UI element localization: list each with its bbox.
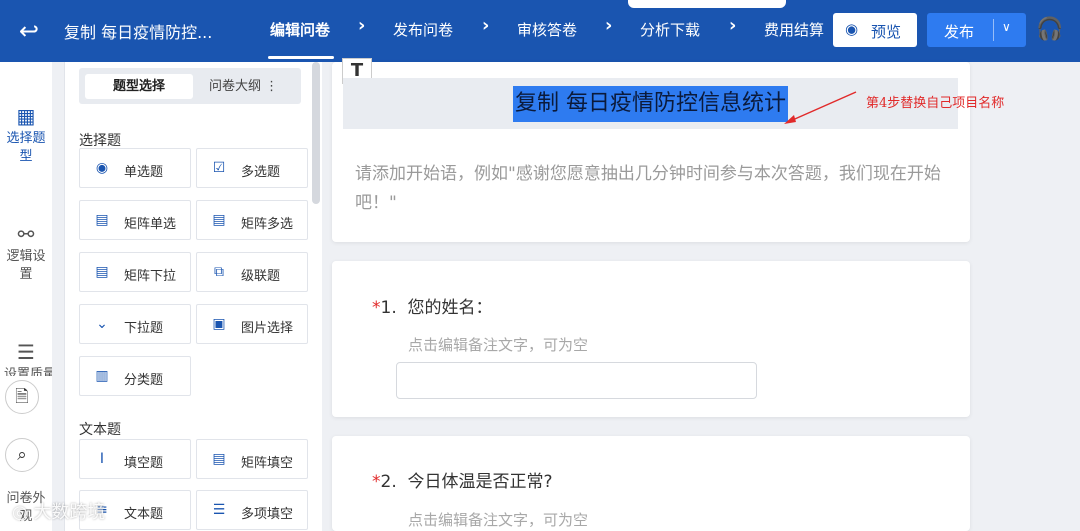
headset-icon[interactable]: 🎧 — [1036, 17, 1063, 42]
rail-item-quality[interactable]: ☰ 设置质量 — [0, 340, 52, 376]
chevron-right-icon: › — [482, 15, 490, 36]
step-publish[interactable]: 发布问卷 — [393, 19, 453, 40]
chevron-right-icon: › — [358, 15, 366, 36]
type-label: 矩阵填空 — [241, 456, 294, 471]
logic-icon: ⚯ — [17, 222, 35, 246]
type-label: 矩阵下拉 — [124, 269, 177, 284]
checkbox-icon: ☑ — [212, 160, 226, 176]
matrix-icon: ▤ — [95, 264, 109, 280]
dropdown-icon: ⌄ — [96, 316, 108, 332]
type-label: 多选题 — [241, 165, 281, 180]
question-number: 1. — [380, 298, 397, 318]
watermark-text: 大数跨境 — [33, 502, 106, 523]
type-label: 图片选择 — [241, 321, 294, 336]
matrix-icon: ▤ — [95, 212, 109, 228]
panel-scrollbar[interactable] — [312, 62, 320, 204]
type-cascade[interactable]: ⧉ 级联题 — [196, 252, 308, 292]
tab-question-types[interactable]: 题型选择 — [85, 74, 193, 99]
question-type-panel: 题型选择 问卷大纲 ⋮ 选择题 ◉ 单选题 ☑ 多选题 ▤ 矩阵单选 ▤ 矩阵多… — [64, 62, 322, 531]
required-mark: * — [372, 472, 381, 492]
preview-button[interactable]: ◉ 预览 — [833, 13, 917, 47]
chevron-right-icon: › — [729, 15, 737, 36]
active-step-indicator — [268, 56, 334, 59]
rail-label: 设置质量 — [3, 367, 52, 376]
watermark: ◎ 大数跨境 — [12, 502, 106, 523]
step-edit[interactable]: 编辑问卷 — [270, 19, 330, 40]
logo-fragment — [628, 0, 786, 8]
question-note[interactable]: 点击编辑备注文字，可为空 — [408, 509, 588, 530]
type-matrix-fill[interactable]: ▤ 矩阵填空 — [196, 439, 308, 479]
image-icon: ▣ — [212, 316, 226, 332]
type-label: 文本题 — [124, 507, 164, 522]
type-matrix-dropdown[interactable]: ▤ 矩阵下拉 — [79, 252, 191, 292]
panel-tabs: 题型选择 问卷大纲 ⋮ — [79, 68, 301, 104]
question-title[interactable]: *2. 今日体温是否正常? — [372, 467, 553, 492]
category-icon: ▥ — [95, 368, 109, 384]
step-billing[interactable]: 费用结算 — [764, 19, 824, 40]
annotation-note: 第4步替换自己项目名称 — [866, 96, 1005, 111]
sliders-icon: ☰ — [17, 340, 35, 364]
type-label: 填空题 — [124, 456, 164, 471]
step-review[interactable]: 审核答卷 — [517, 19, 577, 40]
left-rail: ▦ 选择题型 ⚯ 逻辑设置 ☰ 设置质量 🗎 ⌕ 问卷外观 — [0, 62, 52, 531]
document-icon[interactable]: 🗎 — [5, 380, 39, 414]
step-analyze[interactable]: 分析下载 — [640, 19, 700, 40]
question-note[interactable]: 点击编辑备注文字，可为空 — [408, 334, 588, 355]
preview-label: 预览 — [871, 23, 902, 41]
annotation-arrow — [784, 91, 857, 124]
question-text: 您的姓名： — [407, 298, 493, 318]
question-title[interactable]: *1. 您的姓名： — [372, 293, 493, 318]
rail-item-logic[interactable]: ⚯ 逻辑设置 — [0, 222, 52, 284]
document-title[interactable]: 复制 每日疫情防控... — [64, 19, 212, 43]
section-choice: 选择题 — [79, 133, 121, 149]
matrix-icon: ▤ — [212, 212, 226, 228]
type-label: 下拉题 — [124, 321, 164, 336]
type-fill-blank[interactable]: Ⅰ 填空题 — [79, 439, 191, 479]
type-single-choice[interactable]: ◉ 单选题 — [79, 148, 191, 188]
grid-icon: ▦ — [16, 104, 36, 128]
search-icon[interactable]: ⌕ — [5, 438, 39, 472]
type-multi-choice[interactable]: ☑ 多选题 — [196, 148, 308, 188]
question-number: 2. — [380, 472, 397, 492]
type-label: 级联题 — [241, 269, 281, 284]
text-cursor-icon: Ⅰ — [99, 451, 105, 467]
type-multi-fill[interactable]: ☰ 多项填空 — [196, 490, 308, 530]
chevron-down-icon[interactable]: ∨ — [1002, 20, 1011, 34]
required-mark: * — [372, 298, 381, 318]
section-text: 文本题 — [79, 422, 121, 438]
type-label: 单选题 — [124, 165, 164, 180]
type-category[interactable]: ▥ 分类题 — [79, 356, 191, 396]
matrix-icon: ▤ — [212, 451, 226, 467]
rail-label: 选择题型 — [6, 131, 46, 164]
publish-button[interactable]: 发布 ∨ — [927, 13, 1026, 47]
top-bar: ↩ 复制 每日疫情防控... 编辑问卷 › 发布问卷 › 审核答卷 › 分析下载… — [0, 0, 1080, 62]
rail-label: 逻辑设置 — [6, 249, 46, 282]
answer-input[interactable] — [396, 362, 757, 399]
type-label: 矩阵单选 — [124, 217, 177, 232]
type-image-choice[interactable]: ▣ 图片选择 — [196, 304, 308, 344]
question-text: 今日体温是否正常? — [407, 472, 553, 492]
tab-outline[interactable]: 问卷大纲 ⋮ — [209, 74, 289, 99]
rail-item-question-types[interactable]: ▦ 选择题型 — [0, 104, 52, 166]
intro-text[interactable]: 请添加开始语，例如"感谢您愿意抽出几分钟时间参与本次答题，我们现在开始吧！" — [355, 160, 945, 218]
type-label: 矩阵多选 — [241, 217, 294, 232]
publish-label: 发布 — [944, 23, 975, 41]
type-label: 分类题 — [124, 373, 164, 388]
divider — [993, 19, 994, 41]
radio-icon: ◉ — [95, 160, 109, 176]
back-arrow-icon[interactable]: ↩ — [14, 16, 44, 46]
survey-title[interactable]: 复制 每日疫情防控信息统计 — [513, 86, 788, 122]
eye-icon: ◉ — [845, 20, 859, 38]
type-matrix-multi[interactable]: ▤ 矩阵多选 — [196, 200, 308, 240]
cascade-icon: ⧉ — [214, 264, 224, 280]
type-dropdown[interactable]: ⌄ 下拉题 — [79, 304, 191, 344]
chevron-right-icon: › — [605, 15, 613, 36]
type-matrix-single[interactable]: ▤ 矩阵单选 — [79, 200, 191, 240]
type-label: 多项填空 — [241, 507, 294, 522]
list-icon: ☰ — [212, 502, 226, 518]
